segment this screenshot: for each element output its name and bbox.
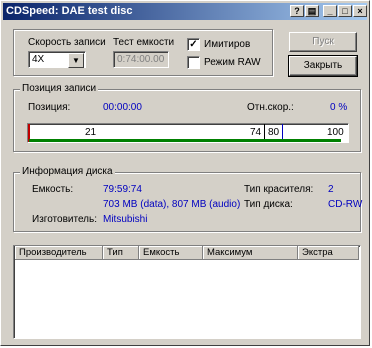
raw-mode-checkbox[interactable] [187, 56, 200, 69]
checkmark-icon: ✓ [189, 39, 198, 50]
scale-label-80: 80 [268, 127, 280, 138]
close-icon[interactable]: × [353, 5, 367, 17]
minimize-icon[interactable]: _ [323, 5, 337, 17]
test-capacity-field[interactable]: 0:74:00.00 [113, 51, 169, 68]
disc-table[interactable]: Производитель Тип Емкость Максимум Экстр… [13, 245, 361, 339]
write-speed-value: 4X [32, 54, 45, 65]
position-value: 00:00:00 [103, 102, 142, 113]
capacity-label: Емкость: [32, 184, 74, 195]
help-icon[interactable]: ? [290, 5, 304, 17]
window-title: CDSpeed: DAE test disc [6, 5, 133, 17]
manufacturer-value: Mitsubishi [103, 214, 148, 225]
write-position-title: Позиция записи [20, 83, 99, 94]
write-speed-label: Скорость записи [28, 37, 106, 48]
column-header-extra[interactable]: Экстра [298, 246, 359, 260]
save-icon[interactable]: ▤ [305, 5, 319, 17]
dye-type-value: 2 [328, 184, 334, 195]
maximize-icon[interactable]: □ [338, 5, 352, 17]
close-button[interactable]: Закрыть [288, 55, 358, 77]
simulate-label: Имитиров [204, 39, 251, 50]
write-progress-bar [29, 139, 341, 142]
chevron-down-icon[interactable]: ▼ [68, 53, 84, 68]
capacity-value: 79:59:74 [103, 184, 142, 195]
manufacturer-label: Изготовитель: [32, 214, 97, 225]
scale-label-end: 100 [327, 127, 344, 138]
column-header-capacity[interactable]: Емкость [139, 246, 203, 260]
disc-info-title: Информация диска [20, 166, 115, 177]
scale-label-74: 74 [250, 127, 262, 138]
ratio-value: 0 % [330, 102, 348, 113]
title-bar[interactable]: CDSpeed: DAE test disc ? ▤ _ □ × [3, 3, 367, 20]
ratio-label: Отн.скор.: [247, 102, 294, 113]
position-label: Позиция: [28, 102, 71, 113]
raw-mode-label: Режим RAW [204, 57, 261, 68]
cdspeed-window: CDSpeed: DAE test disc ? ▤ _ □ × Скорост… [0, 0, 370, 346]
disc-type-value: CD-RW [328, 199, 363, 210]
write-speed-select[interactable]: 4X ▼ [28, 51, 86, 68]
column-header-manufacturer[interactable]: Производитель [15, 246, 103, 260]
column-header-max[interactable]: Максимум [203, 246, 298, 260]
dye-type-label: Тип красителя: [244, 184, 314, 195]
disc-type-label: Тип диска: [244, 199, 293, 210]
capacity-detail: 703 MB (data), 807 MB (audio) [103, 199, 241, 210]
position-scale: 21 74 80 100 [27, 123, 349, 143]
column-header-type[interactable]: Тип [103, 246, 139, 260]
scale-label-start: 21 [85, 127, 97, 138]
simulate-checkbox[interactable]: ✓ [187, 38, 200, 51]
test-capacity-label: Тест емкости [113, 37, 175, 48]
test-capacity-value: 0:74:00.00 [117, 54, 165, 65]
start-button[interactable]: Пуск [289, 32, 357, 52]
